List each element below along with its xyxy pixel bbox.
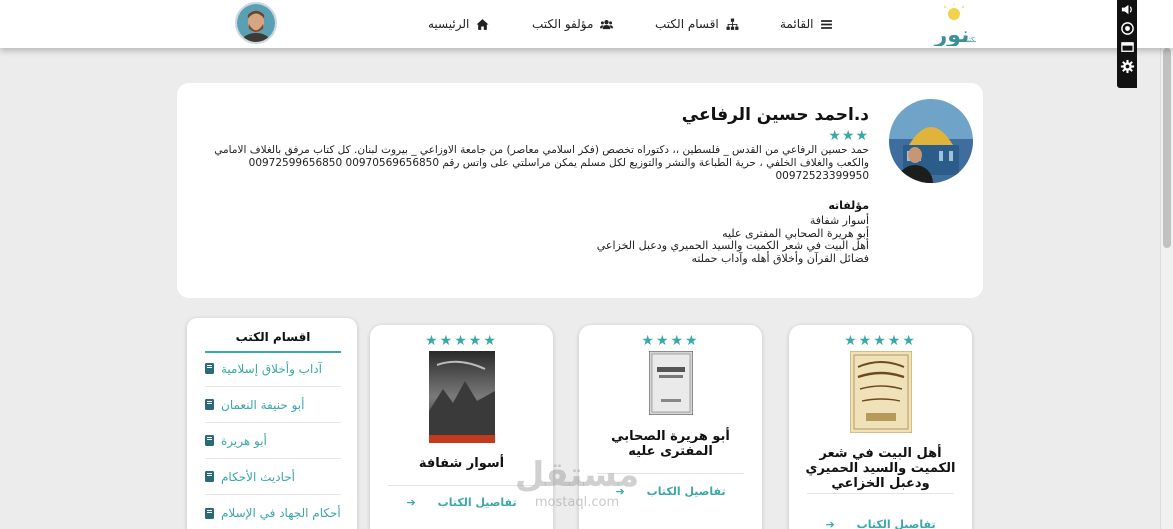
arrow-left-icon: ➔: [406, 496, 416, 509]
categories-sidebar: اقسام الكتب آداب وأخلاق إسلامية أبو حنيف…: [187, 318, 357, 529]
author-works-list: أسوار شفافة أبو هريرة الصحابي المفترى عل…: [596, 214, 869, 265]
book-details-link[interactable]: تفاصيل الكتاب ➔: [579, 485, 762, 498]
categories-title: اقسام الكتب: [235, 330, 311, 344]
divider: [388, 485, 535, 486]
author-card: د.احمد حسين الرفاعي ★★★ حمد حسين الرفاعي…: [177, 83, 983, 298]
book-icon: [205, 399, 214, 410]
book-icon: [205, 507, 214, 519]
category-label: أبو هريرة: [221, 433, 267, 448]
logo-subtext: مكتبة: [963, 36, 976, 44]
category-label: أحاديث الأحكام: [221, 469, 295, 484]
book-icon: [205, 435, 214, 446]
book-icon: [205, 471, 214, 482]
scrollbar-thumb[interactable]: [1163, 48, 1171, 248]
category-label: آداب وأخلاق إسلامية: [221, 361, 322, 376]
category-item[interactable]: أبو حنيفة النعمان: [205, 387, 341, 423]
nav-menu-label: القائمة: [780, 17, 814, 31]
book-rating-stars: ★★★★: [641, 333, 700, 349]
book-title[interactable]: أهل البيت في شعر الكميت والسيد الحميري و…: [797, 446, 964, 491]
contrast-icon[interactable]: [1120, 21, 1135, 36]
book-card: ★★★★★ أهل البيت في شعر الكميت والسيد الح…: [789, 325, 972, 529]
book-cover-image[interactable]: [428, 351, 495, 443]
book-details-label: تفاصيل الكتاب: [437, 496, 517, 509]
book-rating-stars: ★★★★★: [844, 333, 917, 349]
site-logo[interactable]: نور مكتبة: [924, 4, 976, 46]
accessibility-widget: [1117, 0, 1137, 88]
divider: [807, 493, 954, 494]
author-work-item: أسوار شفافة: [809, 214, 869, 227]
nav-authors-label: مؤلفو الكتب: [532, 17, 594, 31]
author-work-item: فضائل القرآن وأخلاق أهله وآداب حملته: [691, 251, 869, 265]
gear-icon[interactable]: [1120, 59, 1135, 74]
users-icon: [600, 19, 614, 29]
book-card: ★★★★ أبو هريرة الصحابي المفترى عليه تفاص…: [579, 325, 762, 529]
book-cover-image[interactable]: [849, 351, 912, 433]
book-title[interactable]: أسوار شفافة: [378, 456, 545, 471]
nav-home-label: الرئيسيه: [428, 17, 470, 31]
nav-menu[interactable]: القائمة: [780, 14, 833, 34]
author-photo-image: [889, 99, 973, 183]
book-details-link[interactable]: تفاصيل الكتاب ➔: [370, 496, 553, 509]
nav-categories-label: اقسام الكتب: [655, 17, 719, 31]
home-icon: [476, 18, 489, 30]
author-name: د.احمد حسين الرفاعي: [681, 105, 869, 125]
book-title[interactable]: أبو هريرة الصحابي المفترى عليه: [587, 429, 754, 459]
display-icon[interactable]: [1120, 40, 1135, 55]
category-label: أبو حنيفة النعمان: [221, 397, 305, 412]
book-card: ★★★★★ أسوار شفافة تفاصيل الكتاب ➔: [370, 325, 553, 529]
divider: [597, 473, 744, 474]
arrow-left-icon: ➔: [615, 485, 625, 498]
author-bio: حمد حسين الرفاعي من القدس _ فلسطين ،، دك…: [214, 144, 869, 182]
sitemap-icon: [726, 18, 739, 30]
user-avatar-image: [237, 4, 275, 42]
book-icon: [205, 363, 214, 374]
category-item[interactable]: أحكام الجهاد في الإسلام: [205, 495, 341, 529]
author-rating-stars: ★★★: [828, 128, 869, 144]
book-details-label: تفاصيل الكتاب: [856, 518, 936, 529]
author-photo: [889, 99, 973, 183]
top-navbar: نور مكتبة القائمة اقسام الكتب مؤلفو الكت…: [0, 0, 1173, 48]
category-item[interactable]: أبو هريرة: [205, 423, 341, 459]
book-cover-image[interactable]: [648, 351, 693, 415]
arrow-left-icon: ➔: [825, 518, 835, 529]
speaker-icon[interactable]: [1120, 2, 1135, 17]
book-rating-stars: ★★★★★: [425, 333, 498, 349]
hamburger-icon: [821, 19, 833, 29]
category-item[interactable]: آداب وأخلاق إسلامية: [205, 351, 341, 387]
category-label: أحكام الجهاد في الإسلام: [221, 506, 341, 520]
user-avatar[interactable]: [235, 2, 277, 44]
nav-categories[interactable]: اقسام الكتب: [655, 14, 739, 34]
book-details-label: تفاصيل الكتاب: [646, 485, 726, 498]
author-works-title: مؤلفاته: [828, 199, 869, 212]
category-item[interactable]: أحاديث الأحكام: [205, 459, 341, 495]
page-scrollbar[interactable]: [1160, 48, 1173, 529]
nav-authors[interactable]: مؤلفو الكتب: [532, 14, 614, 34]
nav-home[interactable]: الرئيسيه: [428, 14, 489, 34]
author-work-item: أهل البيت في شعر الكميت والسيد الحميري و…: [596, 239, 869, 252]
book-details-link[interactable]: تفاصيل الكتاب ➔: [789, 518, 972, 529]
